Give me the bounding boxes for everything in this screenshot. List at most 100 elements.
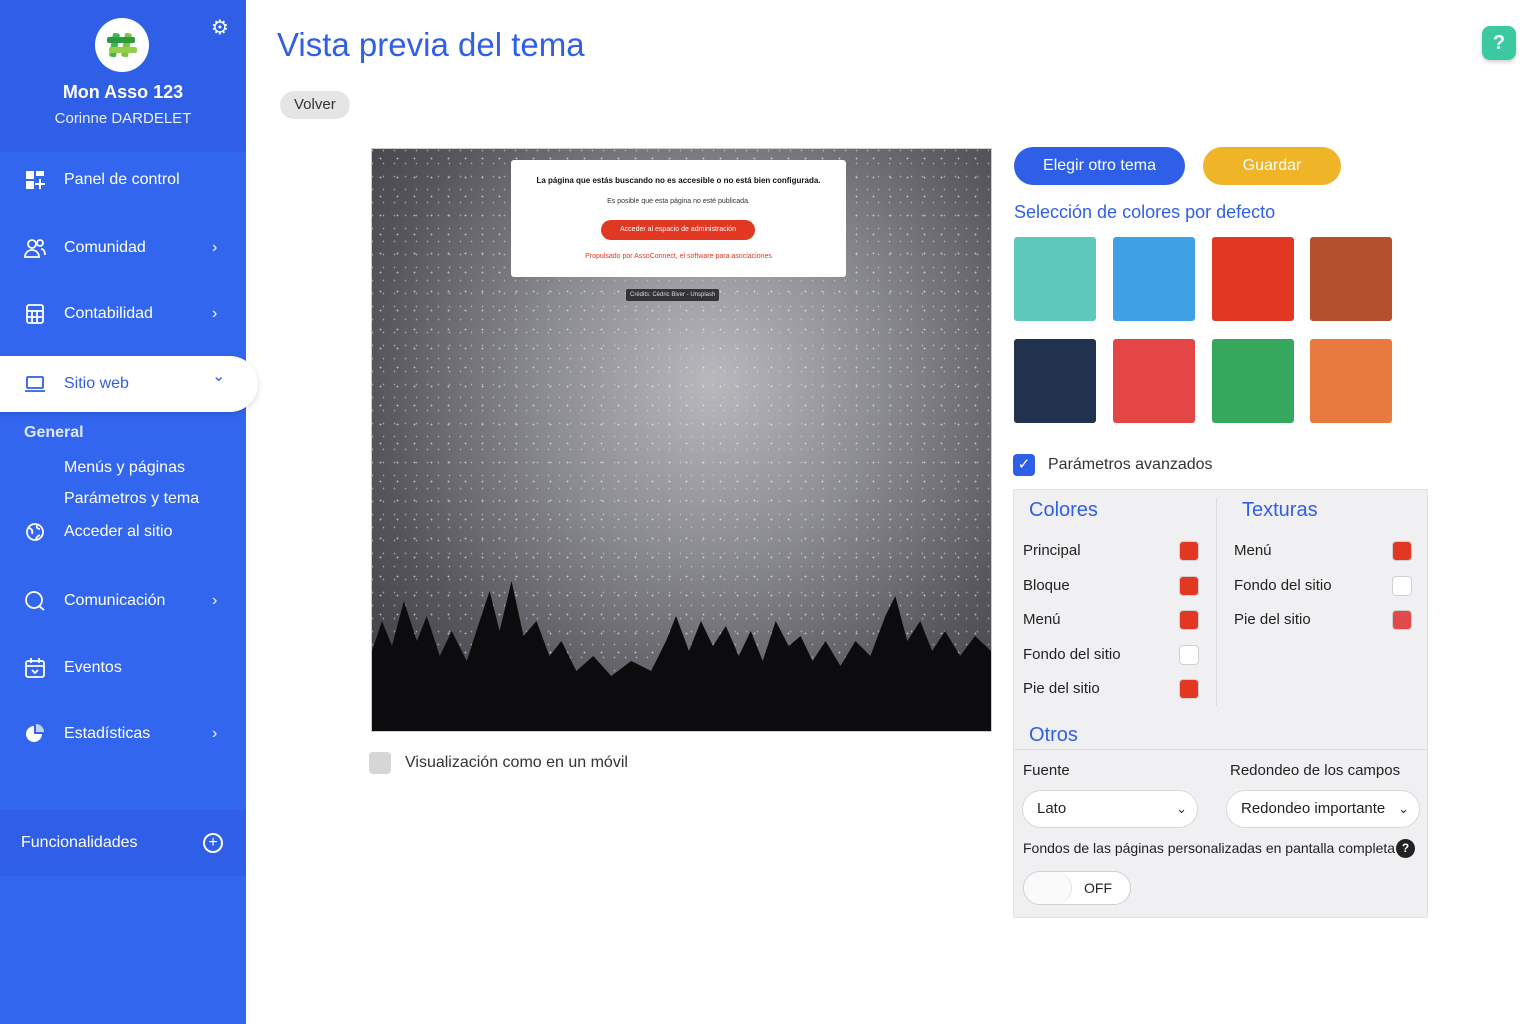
redondeo-label: Redondeo de los campos (1230, 762, 1401, 779)
globe-icon (22, 519, 48, 545)
laptop-icon (22, 371, 48, 397)
colores-label: Menú (1023, 611, 1061, 628)
toggle-state: OFF (1084, 880, 1112, 896)
texturas-label: Menú (1234, 542, 1272, 559)
photo-credit: Crédits: Cédric Biver - Unsplash (626, 289, 720, 301)
colores-label: Pie del sitio (1023, 680, 1100, 697)
nav-comunicacion[interactable]: Comunicación › (0, 573, 246, 629)
help-button[interactable]: ? (1482, 26, 1516, 60)
preview-sub-message: Es posible que esta página no esté publi… (607, 198, 750, 205)
nav-label: Acceder al sitio (64, 523, 173, 540)
colores-label: Principal (1023, 542, 1081, 559)
chevron-down-icon: ⌄ (1398, 801, 1409, 816)
org-logo[interactable] (95, 18, 149, 72)
chevron-down-icon: ⌄ (212, 368, 226, 385)
texturas-title: Texturas (1242, 499, 1318, 521)
sidebar: ⚙ Mon Asso 123 Corinne DARDELET Panel de… (0, 0, 258, 1024)
user-name: Corinne DARDELET (54, 110, 192, 127)
choose-theme-button[interactable]: Elegir otro tema (1014, 147, 1185, 185)
texturas-label: Pie del sitio (1234, 611, 1311, 628)
dashboard-icon (22, 167, 48, 193)
default-colors-title: Selección de colores por defecto (1014, 202, 1276, 222)
toggle-knob (1024, 872, 1072, 904)
preview-admin-button[interactable]: Acceder al espacio de administración (601, 220, 755, 240)
calendar-icon (22, 655, 48, 681)
sub-heading-general: General (24, 424, 84, 441)
preview-powered-by[interactable]: Propulsado por AssoConnect, el software … (511, 253, 846, 260)
colores-label: Bloque (1023, 577, 1070, 594)
chevron-right-icon: › (212, 725, 218, 742)
funcionalidades-label: Funcionalidades (21, 834, 138, 851)
chevron-right-icon: › (212, 239, 218, 256)
chevron-right-icon: › (212, 305, 218, 322)
texturas-color-picker[interactable] (1392, 541, 1412, 561)
colores-color-picker[interactable] (1179, 610, 1199, 630)
mobile-view-checkbox[interactable] (369, 752, 391, 774)
nav-acceder-sitio[interactable]: Acceder al sitio (0, 504, 246, 560)
nav-label: Panel de control (64, 171, 180, 188)
nav-contabilidad[interactable]: Contabilidad › (0, 286, 246, 342)
preview-message-card: La página que estás buscando no es acces… (511, 160, 846, 277)
rounding-select[interactable]: Redondeo importante ⌄ (1226, 790, 1420, 828)
nav-eventos[interactable]: Eventos (0, 640, 246, 696)
colores-color-picker[interactable] (1179, 679, 1199, 699)
colores-color-picker[interactable] (1179, 576, 1199, 596)
back-button[interactable]: Volver (280, 91, 350, 119)
texturas-label: Fondo del sitio (1234, 577, 1332, 594)
gear-icon[interactable]: ⚙ (209, 17, 231, 39)
org-name: Mon Asso 123 (62, 82, 184, 102)
colores-label: Fondo del sitio (1023, 646, 1121, 663)
sidebar-header: ⚙ Mon Asso 123 Corinne DARDELET (0, 0, 246, 152)
nav-sitio-web[interactable]: Sitio web ⌄ (0, 356, 258, 412)
save-button[interactable]: Guardar (1203, 147, 1341, 185)
advanced-label: Parámetros avanzados (1048, 456, 1213, 473)
rounding-select-value: Redondeo importante (1241, 800, 1386, 817)
color-swatch[interactable] (1014, 237, 1096, 321)
users-icon (22, 235, 48, 261)
chevron-down-icon: ⌄ (1176, 801, 1187, 816)
color-swatch[interactable] (1113, 237, 1195, 321)
fullscreen-toggle[interactable]: OFF (1023, 871, 1131, 905)
texturas-color-picker[interactable] (1392, 610, 1412, 630)
calculator-icon (22, 301, 48, 327)
tree-silhouette (372, 581, 991, 731)
funcionalidades-bar[interactable]: Funcionalidades + (0, 810, 246, 876)
add-circle-icon[interactable]: + (203, 833, 223, 853)
advanced-checkbox[interactable]: ✓ (1013, 454, 1035, 476)
sub-item-menus[interactable]: Menús y páginas (64, 459, 185, 477)
help-circle-icon[interactable]: ? (1396, 839, 1415, 858)
chat-icon (22, 588, 48, 614)
pie-chart-icon (22, 721, 48, 747)
otros-title: Otros (1029, 724, 1078, 746)
preview-message: La página que estás buscando no es acces… (536, 176, 821, 185)
colores-color-picker[interactable] (1179, 645, 1199, 665)
color-swatch[interactable] (1014, 339, 1096, 423)
font-select[interactable]: Lato ⌄ (1022, 790, 1198, 828)
color-swatch[interactable] (1113, 339, 1195, 423)
divider (1014, 749, 1427, 750)
panel-divider (1216, 498, 1217, 706)
color-swatch[interactable] (1212, 339, 1294, 423)
texturas-color-picker[interactable] (1392, 576, 1412, 596)
nav-label: Comunicación (64, 592, 166, 609)
nav-label: Contabilidad (64, 305, 153, 322)
color-swatch[interactable] (1310, 237, 1392, 321)
chevron-right-icon: › (212, 592, 218, 609)
fuente-label: Fuente (1023, 762, 1070, 779)
mobile-view-label: Visualización como en un móvil (405, 754, 628, 771)
nav-label: Comunidad (64, 239, 146, 256)
color-swatch[interactable] (1212, 237, 1294, 321)
colores-title: Colores (1029, 499, 1098, 521)
colores-color-picker[interactable] (1179, 541, 1199, 561)
nav-estadisticas[interactable]: Estadísticas › (0, 706, 246, 762)
nav-panel-de-control[interactable]: Panel de control (0, 152, 246, 208)
color-swatch[interactable] (1310, 339, 1392, 423)
nav-label: Eventos (64, 659, 122, 676)
nav-label: Sitio web (64, 375, 129, 392)
fullscreen-backgrounds-label: Fondos de las páginas personalizadas en … (1023, 840, 1396, 856)
nav-label: Estadísticas (64, 725, 151, 742)
font-select-value: Lato (1037, 800, 1067, 817)
advanced-settings-panel: Colores Texturas Principal Bloque Menú Fond… (1013, 489, 1428, 918)
nav-comunidad[interactable]: Comunidad › (0, 220, 246, 276)
theme-preview: La página que estás buscando no es acces… (371, 148, 992, 732)
